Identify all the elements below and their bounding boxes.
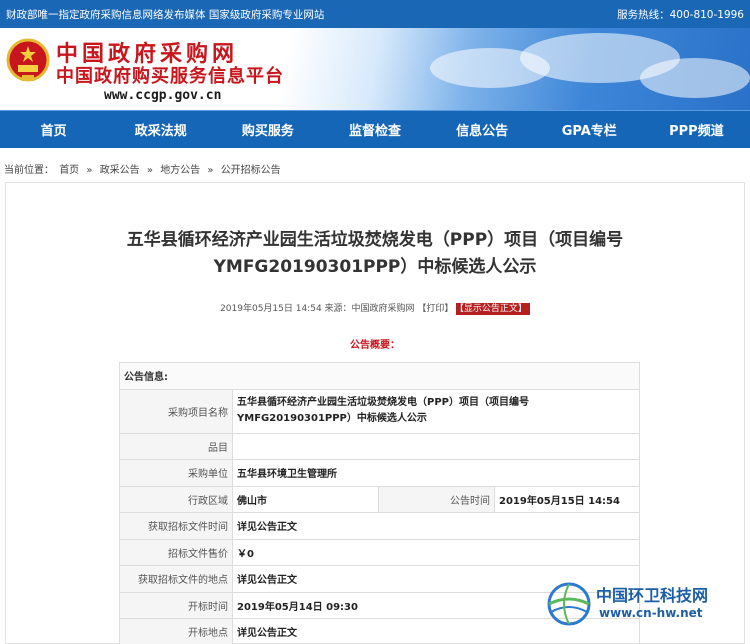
article-meta: 2019年05月15日 14:54 来源：中国政府采购网 【打印】 【显示公告正文…: [6, 301, 744, 315]
breadcrumb: 当前位置： 首页 » 政采公告 » 地方公告 » 公开招标公告: [0, 148, 750, 182]
national-emblem-icon: [6, 38, 50, 82]
announce-time-label: 公告时间: [378, 485, 495, 513]
watermark: 中国环卫科技网 www.cn-hw.net: [543, 578, 748, 638]
get-doc-time-label: 获取招标文件时间: [119, 512, 233, 540]
table-row: 公告信息:: [119, 362, 640, 390]
purchaser-value: 五华县环境卫生管理所: [232, 459, 640, 487]
project-name-label: 采购项目名称: [119, 388, 233, 434]
nav-gpa[interactable]: GPA专栏: [536, 120, 643, 139]
site-url: www.ccgp.gov.cn: [104, 88, 222, 103]
region-label: 行政区域: [119, 485, 233, 513]
nav-supervision[interactable]: 监督检查: [321, 120, 428, 139]
table-row: 品目: [119, 432, 640, 460]
table-row: 招标文件售价 ￥0: [119, 538, 640, 566]
top-bar-slogan: 财政部唯一指定政府采购信息网络发布媒体 国家级政府采购专业网站: [6, 8, 325, 21]
globe-icon: [547, 582, 591, 626]
table-row: 行政区域 佛山市 公告时间 2019年05月15日 14:54: [119, 485, 640, 513]
show-body-button[interactable]: 【显示公告正文】: [456, 303, 530, 315]
nav-purchase-services[interactable]: 购买服务: [214, 120, 321, 139]
category-value: [232, 432, 640, 460]
doc-price-label: 招标文件售价: [119, 538, 233, 566]
breadcrumb-separator: »: [146, 165, 153, 176]
breadcrumb-separator: »: [86, 165, 93, 176]
get-doc-place-label: 获取招标文件的地点: [119, 565, 233, 593]
header-banner: 中国政府采购网 中国政府购买服务信息平台 www.ccgp.gov.cn: [0, 28, 750, 110]
service-hotline: 服务热线：400-810-1996: [617, 8, 744, 21]
nav-ppp[interactable]: PPP频道: [643, 120, 750, 139]
breadcrumb-separator: »: [207, 165, 214, 176]
breadcrumb-open-tender[interactable]: 公开招标公告: [221, 165, 281, 176]
region-value: 佛山市: [232, 485, 379, 513]
breadcrumb-local-notices[interactable]: 地方公告: [160, 165, 200, 176]
nav-home[interactable]: 首页: [0, 120, 107, 139]
info-header: 公告信息:: [119, 362, 640, 390]
get-doc-time-value: 详见公告正文: [232, 512, 640, 540]
site-logo-subtitle: 中国政府购买服务信息平台: [56, 66, 284, 87]
table-row: 获取招标文件时间 详见公告正文: [119, 512, 640, 540]
project-name-value: 五华县循环经济产业园生活垃圾焚烧发电（PPP）项目（项目编号YMFG201903…: [232, 388, 640, 434]
nav-regulations[interactable]: 政采法规: [107, 120, 214, 139]
main-nav: 首页 政采法规 购买服务 监督检查 信息公告 GPA专栏 PPP频道: [0, 110, 750, 148]
open-place-label: 开标地点: [119, 618, 233, 644]
announce-time-value: 2019年05月15日 14:54: [494, 485, 640, 513]
table-row: 采购项目名称 五华县循环经济产业园生活垃圾焚烧发电（PPP）项目（项目编号YMF…: [119, 388, 640, 434]
breadcrumb-gov-notices[interactable]: 政采公告: [100, 165, 140, 176]
watermark-title: 中国环卫科技网: [596, 586, 709, 605]
nav-announcements[interactable]: 信息公告: [429, 120, 536, 139]
open-time-label: 开标时间: [119, 591, 233, 619]
purchaser-label: 采购单位: [119, 459, 233, 487]
article-meta-text: 2019年05月15日 14:54 来源：中国政府采购网 【打印】: [220, 304, 454, 314]
article-title-line1: 五华县循环经济产业园生活垃圾焚烧发电（PPP）项目（项目编号: [126, 230, 624, 250]
top-bar: 财政部唯一指定政府采购信息网络发布媒体 国家级政府采购专业网站 服务热线：400…: [0, 0, 750, 28]
table-row: 采购单位 五华县环境卫生管理所: [119, 459, 640, 487]
summary-label: 公告概要：: [350, 340, 400, 351]
breadcrumb-prefix: 当前位置：: [4, 165, 54, 176]
article-panel: 五华县循环经济产业园生活垃圾焚烧发电（PPP）项目（项目编号 YMFG20190…: [5, 182, 745, 644]
doc-price-value: ￥0: [232, 538, 640, 566]
article-title-line2: YMFG20190301PPP）中标候选人公示: [213, 257, 537, 277]
category-label: 品目: [119, 432, 233, 460]
breadcrumb-home[interactable]: 首页: [59, 165, 79, 176]
watermark-url: www.cn-hw.net: [599, 606, 703, 620]
article-title: 五华县循环经济产业园生活垃圾焚烧发电（PPP）项目（项目编号 YMFG20190…: [6, 227, 744, 281]
